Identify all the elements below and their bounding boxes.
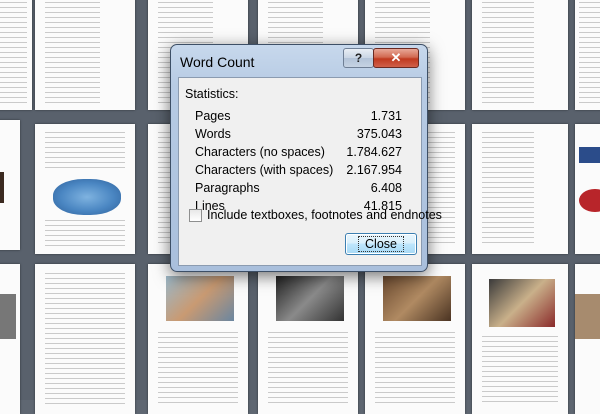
statistics-table: Pages 1.731 Words 375.043 Characters (no… [195, 107, 402, 215]
stat-value: 2.167.954 [346, 163, 402, 177]
include-textboxes-checkbox[interactable] [189, 208, 202, 222]
page-thumbnail [472, 0, 568, 110]
include-textboxes-option[interactable]: Include textboxes, footnotes and endnote… [189, 208, 442, 222]
stat-row-characters-with-spaces: Characters (with spaces) 2.167.954 [195, 161, 402, 179]
word-count-dialog: Word Count ? ✕ Statistics: Pages 1.731 W… [170, 44, 442, 272]
page-thumbnail [0, 0, 32, 110]
page-thumbnail [365, 264, 465, 414]
page-thumbnail [575, 264, 600, 414]
stat-label: Words [195, 127, 231, 141]
close-button[interactable]: Close [345, 233, 417, 255]
stat-value: 375.043 [356, 127, 402, 141]
page-thumbnail [35, 124, 135, 254]
page-thumbnail [575, 0, 600, 110]
dialog-title: Word Count [180, 54, 255, 70]
stat-value: 1.784.627 [346, 145, 402, 159]
stat-label: Paragraphs [195, 181, 260, 195]
page-thumbnail [472, 124, 568, 254]
stat-row-characters-no-spaces: Characters (no spaces) 1.784.627 [195, 143, 402, 161]
page-thumbnail [258, 264, 358, 414]
close-window-button[interactable]: ✕ [373, 48, 419, 68]
dialog-body: Statistics: Pages 1.731 Words 375.043 Ch… [178, 77, 442, 266]
stat-row-pages: Pages 1.731 [195, 107, 402, 125]
close-icon: ✕ [390, 50, 402, 65]
stat-value: 1.731 [370, 109, 402, 123]
stat-row-paragraphs: Paragraphs 6.408 [195, 179, 402, 197]
statistics-heading: Statistics: [185, 87, 239, 101]
page-thumbnail [575, 124, 600, 254]
stat-label: Pages [195, 109, 231, 123]
stat-row-words: Words 375.043 [195, 125, 402, 143]
page-thumbnail [0, 120, 20, 250]
page-thumbnail [472, 264, 568, 414]
page-thumbnail [35, 0, 135, 110]
include-textboxes-label: Include textboxes, footnotes and endnote… [207, 208, 442, 222]
page-thumbnail [0, 264, 20, 414]
help-icon: ? [354, 51, 363, 65]
close-button-label: Close [358, 236, 404, 252]
stat-label: Characters (no spaces) [195, 145, 325, 159]
page-thumbnail [35, 264, 135, 414]
page-thumbnail [148, 264, 248, 414]
stat-value: 6.408 [370, 181, 402, 195]
stat-label: Characters (with spaces) [195, 163, 334, 177]
dialog-titlebar[interactable]: Word Count ? ✕ [171, 45, 427, 77]
help-button[interactable]: ? [343, 48, 374, 68]
